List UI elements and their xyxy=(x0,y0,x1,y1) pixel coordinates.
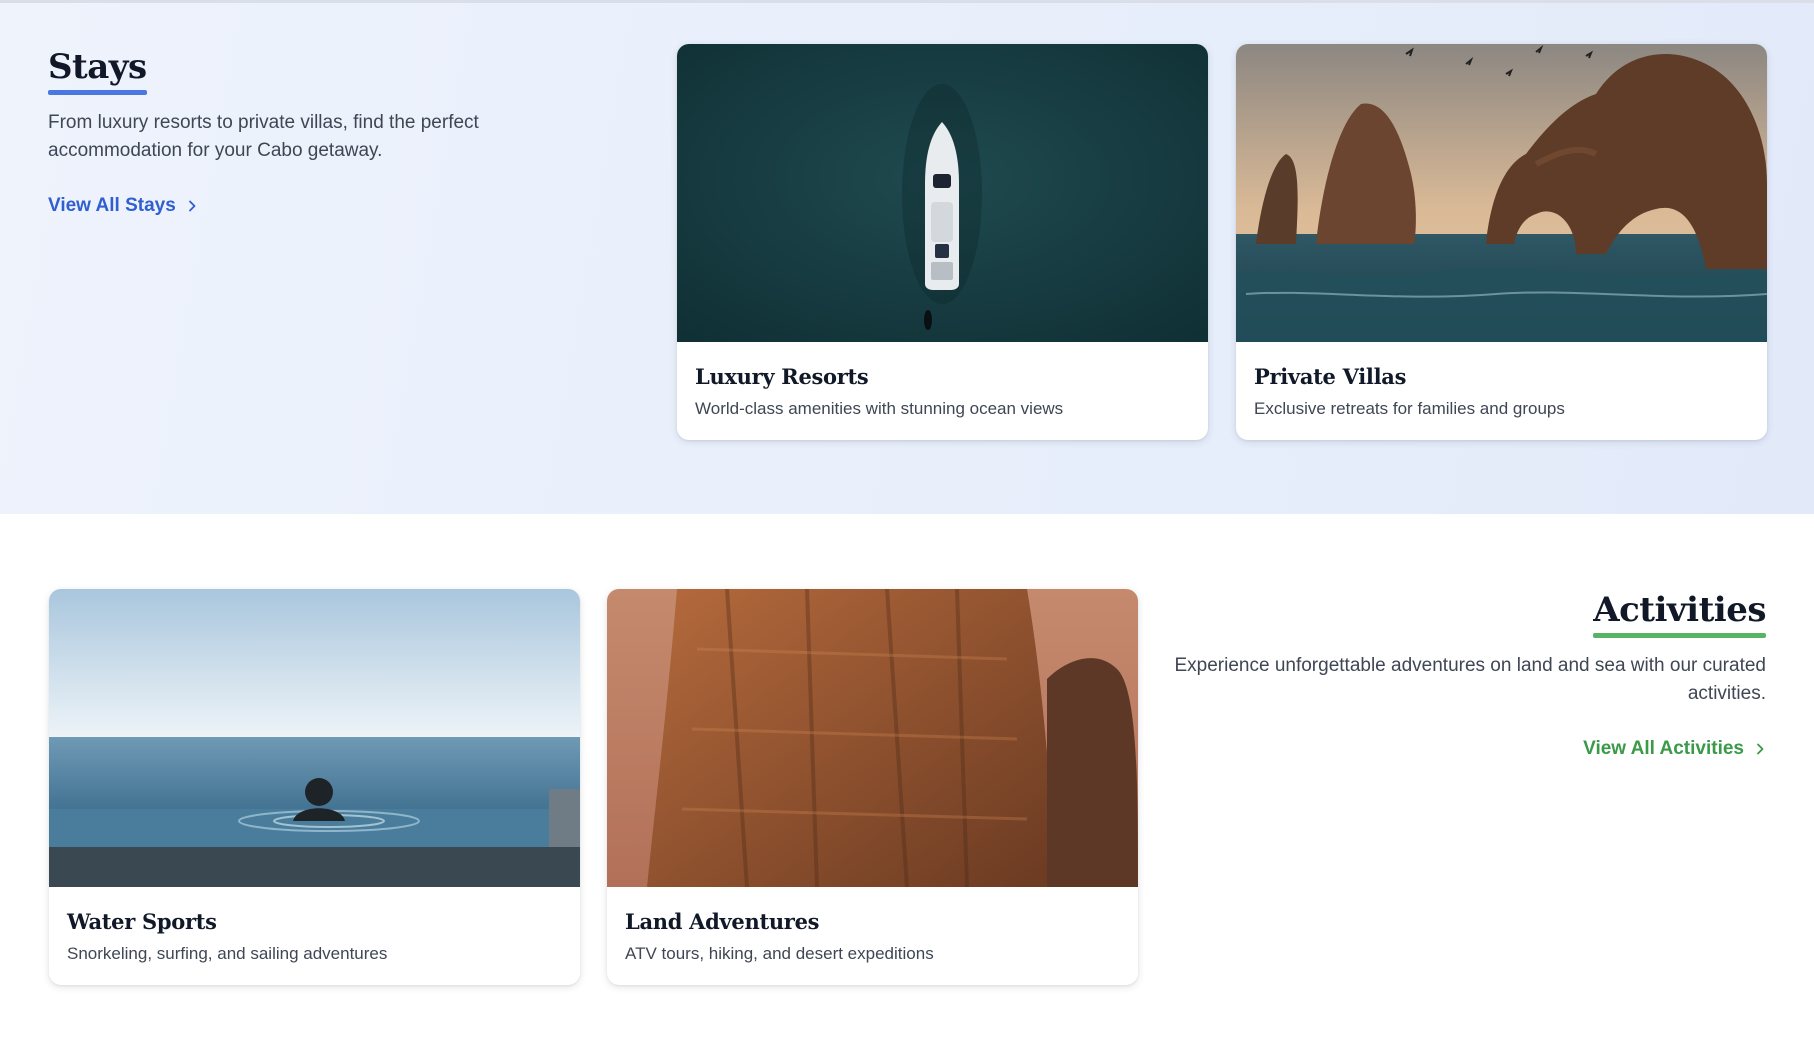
card-description: ATV tours, hiking, and desert expedition… xyxy=(625,944,934,963)
card-title: Luxury Resorts xyxy=(695,364,869,389)
view-all-activities-label: View All Activities xyxy=(1583,738,1744,759)
activities-section: Water Sports Snorkeling, surfing, and sa… xyxy=(0,514,1814,1048)
activities-heading-underline xyxy=(1593,633,1766,638)
view-all-stays-label: View All Stays xyxy=(48,195,176,216)
water-sports-card[interactable]: Water Sports Snorkeling, surfing, and sa… xyxy=(49,589,580,985)
card-title: Land Adventures xyxy=(625,909,820,934)
activities-intro: Activities Experience unforgettable adve… xyxy=(1166,590,1766,760)
land-adventures-image xyxy=(607,589,1138,887)
chevron-right-icon xyxy=(1757,743,1764,755)
stays-heading-underline xyxy=(48,90,147,95)
view-all-stays-link[interactable]: View All Stays xyxy=(48,195,198,217)
activities-heading: Activities xyxy=(1593,590,1766,638)
stays-heading-text: Stays xyxy=(48,47,147,87)
land-adventures-card[interactable]: Land Adventures ATV tours, hiking, and d… xyxy=(607,589,1138,985)
card-title: Water Sports xyxy=(67,909,217,934)
luxury-resorts-image xyxy=(677,44,1208,342)
activities-description: Experience unforgettable adventures on l… xyxy=(1174,655,1766,704)
private-villas-image xyxy=(1236,44,1767,342)
stays-description: From luxury resorts to private villas, f… xyxy=(48,112,479,161)
card-title: Private Villas xyxy=(1254,364,1407,389)
card-description: Snorkeling, surfing, and sailing adventu… xyxy=(67,944,388,963)
private-villas-card[interactable]: Private Villas Exclusive retreats for fa… xyxy=(1236,44,1767,440)
chevron-right-icon xyxy=(188,200,196,212)
activities-heading-text: Activities xyxy=(1593,590,1766,630)
view-all-activities-link[interactable]: View All Activities xyxy=(1583,738,1766,760)
stays-heading: Stays xyxy=(48,47,147,95)
water-sports-image xyxy=(49,589,580,887)
card-description: Exclusive retreats for families and grou… xyxy=(1254,399,1565,418)
luxury-resorts-card[interactable]: Luxury Resorts World-class amenities wit… xyxy=(677,44,1208,440)
stays-intro: Stays From luxury resorts to private vil… xyxy=(48,47,568,217)
stays-section: Stays From luxury resorts to private vil… xyxy=(0,3,1814,514)
card-description: World-class amenities with stunning ocea… xyxy=(695,399,1064,418)
